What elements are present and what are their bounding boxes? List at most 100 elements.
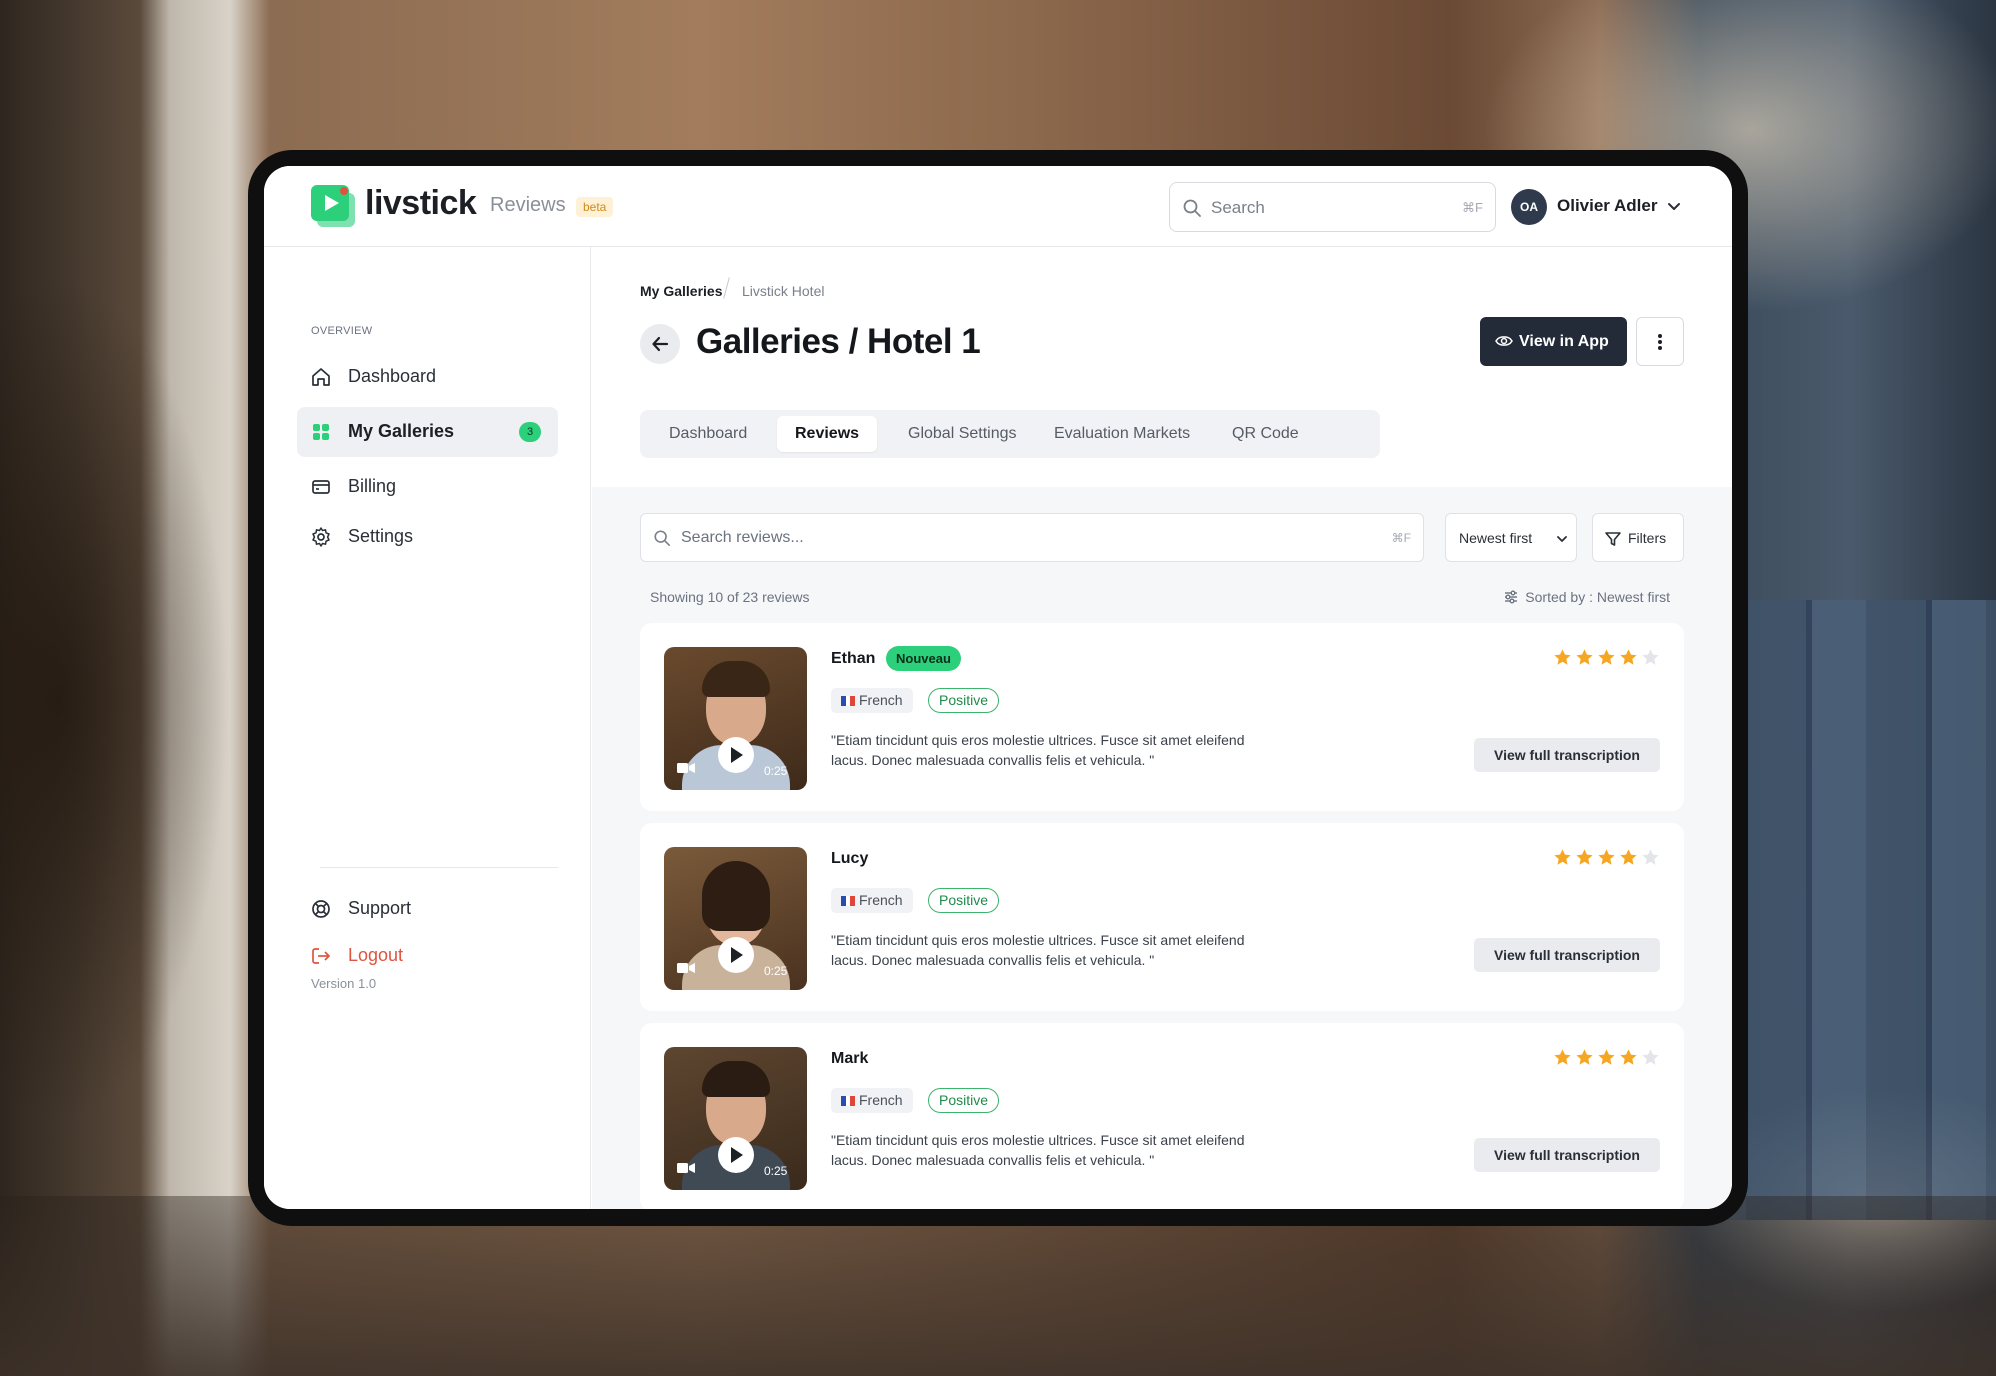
main-content: My Galleries Livstick Hotel Galleries / …	[592, 247, 1732, 1209]
chevron-down-icon[interactable]	[1664, 196, 1684, 216]
sidebar-item-settings[interactable]: Settings	[297, 512, 558, 562]
sidebar-item-dashboard[interactable]: Dashboard	[297, 352, 558, 402]
filters-button[interactable]: Filters	[1592, 513, 1684, 562]
product-name: Reviews	[490, 194, 566, 216]
page-title: Galleries / Hotel 1	[696, 322, 981, 361]
sidebar-item-my-galleries[interactable]: My Galleries 3	[297, 407, 558, 457]
reviewer-name: Mark	[831, 1050, 869, 1067]
page-header: My Galleries Livstick Hotel Galleries / …	[592, 247, 1732, 487]
filters-label: Filters	[1628, 530, 1667, 546]
new-badge: Nouveau	[886, 646, 961, 671]
star-filled-icon	[1598, 649, 1615, 665]
language-tag: French	[831, 888, 913, 913]
beta-badge: beta	[576, 197, 614, 217]
app-version: Version 1.0	[311, 976, 377, 991]
french-flag-icon	[841, 896, 856, 906]
sidebar-item-label: Billing	[348, 476, 397, 496]
home-icon	[312, 368, 330, 386]
view-transcription-button[interactable]: View full transcription	[1474, 738, 1660, 772]
reviews-search-shortcut: ⌘F	[1391, 531, 1411, 545]
arrow-left-icon	[652, 336, 669, 352]
video-thumbnail[interactable]: 0:25	[664, 1047, 807, 1190]
view-in-app-button[interactable]: View in App	[1480, 317, 1627, 366]
star-filled-icon	[1620, 649, 1637, 665]
user-menu-name[interactable]: Olivier Adler	[1557, 196, 1657, 216]
sidebar-section-label: OVERVIEW	[311, 325, 373, 337]
chevron-down-icon	[1557, 536, 1567, 542]
review-quote: "Etiam tincidunt quis eros molestie ultr…	[831, 732, 1245, 768]
avatar[interactable]: OA	[1511, 189, 1547, 225]
language-tag: French	[831, 1088, 913, 1113]
star-empty-icon	[1642, 649, 1659, 665]
video-duration: 0:25	[764, 964, 788, 978]
star-filled-icon	[1576, 649, 1593, 665]
star-filled-icon	[1554, 1049, 1571, 1065]
more-vertical-icon	[1658, 334, 1662, 350]
video-duration: 0:25	[764, 1164, 788, 1178]
sort-dropdown-value: Newest first	[1459, 530, 1533, 546]
star-filled-icon	[1554, 649, 1571, 665]
play-button[interactable]	[718, 737, 754, 773]
star-rating	[1553, 1048, 1660, 1068]
search-placeholder: Search	[1211, 198, 1265, 217]
tablet-frame: livstick Reviews beta Search ⌘F OA Olivi…	[248, 150, 1748, 1226]
breadcrumb-current: Livstick Hotel	[742, 283, 825, 299]
grid-icon	[313, 424, 329, 440]
more-options-button[interactable]	[1636, 317, 1684, 366]
play-button[interactable]	[718, 937, 754, 973]
reviewer-name: Ethan	[831, 650, 876, 667]
breadcrumb-my-galleries[interactable]: My Galleries	[640, 283, 723, 299]
sidebar-item-label: Logout	[348, 945, 404, 965]
reviews-search-input[interactable]: Search reviews... ⌘F	[640, 513, 1424, 562]
review-card: 0:25 Mark French Positive "Etiam tincidu…	[640, 1023, 1684, 1209]
global-search-input[interactable]: Search ⌘F	[1169, 182, 1496, 232]
logout-icon	[312, 948, 330, 964]
search-icon	[654, 530, 671, 547]
sentiment-badge: Positive	[928, 888, 1000, 913]
play-button[interactable]	[718, 1137, 754, 1173]
play-icon	[731, 1147, 743, 1163]
sidebar-item-label: Settings	[348, 526, 414, 546]
video-thumbnail[interactable]: 0:25	[664, 847, 807, 990]
tab-evaluation-markets[interactable]: Evaluation Markets	[1036, 416, 1208, 452]
french-flag-icon	[841, 1096, 856, 1106]
search-shortcut: ⌘F	[1462, 200, 1483, 215]
star-rating	[1553, 648, 1660, 668]
tab-reviews[interactable]: Reviews	[777, 416, 878, 452]
sliders-icon	[1505, 590, 1518, 604]
back-button[interactable]	[640, 324, 680, 364]
video-duration: 0:25	[764, 764, 788, 778]
view-transcription-button[interactable]: View full transcription	[1474, 1138, 1660, 1172]
star-filled-icon	[1576, 849, 1593, 865]
tab-dashboard[interactable]: Dashboard	[651, 416, 765, 452]
eye-icon	[1495, 336, 1513, 346]
livstick-logo-icon	[311, 185, 355, 227]
sidebar-item-billing[interactable]: Billing	[297, 462, 558, 512]
star-rating	[1553, 848, 1660, 868]
sidebar-item-label: Support	[348, 898, 412, 918]
sidebar-item-support[interactable]: Support	[297, 884, 558, 934]
review-quote: "Etiam tincidunt quis eros molestie ultr…	[831, 932, 1245, 968]
sidebar-item-logout[interactable]: Logout	[297, 931, 558, 981]
reviewer-name: Lucy	[831, 850, 869, 867]
video-thumbnail[interactable]: 0:25	[664, 647, 807, 790]
tab-qr-code[interactable]: QR Code	[1214, 416, 1317, 452]
view-transcription-button[interactable]: View full transcription	[1474, 938, 1660, 972]
sentiment-badge: Positive	[928, 1088, 1000, 1113]
sidebar-divider	[320, 867, 558, 868]
language-label: French	[859, 892, 903, 908]
search-icon	[1183, 199, 1201, 217]
filter-icon	[1605, 532, 1621, 546]
review-card: 0:25 Lucy French Positive "Etiam tincidu…	[640, 823, 1684, 1011]
sentiment-badge: Positive	[928, 688, 1000, 713]
top-header: livstick Reviews beta Search ⌘F OA Olivi…	[264, 166, 1732, 247]
play-icon	[731, 747, 743, 763]
sort-dropdown[interactable]: Newest first	[1445, 513, 1577, 562]
sidebar-item-label: My Galleries	[348, 421, 455, 441]
star-filled-icon	[1620, 849, 1637, 865]
logo-text: livstick	[365, 184, 477, 222]
tab-global-settings[interactable]: Global Settings	[890, 416, 1035, 452]
language-label: French	[859, 692, 903, 708]
view-in-app-label: View in App	[1519, 333, 1609, 350]
sorted-by-indicator: Sorted by : Newest first	[1505, 589, 1670, 605]
